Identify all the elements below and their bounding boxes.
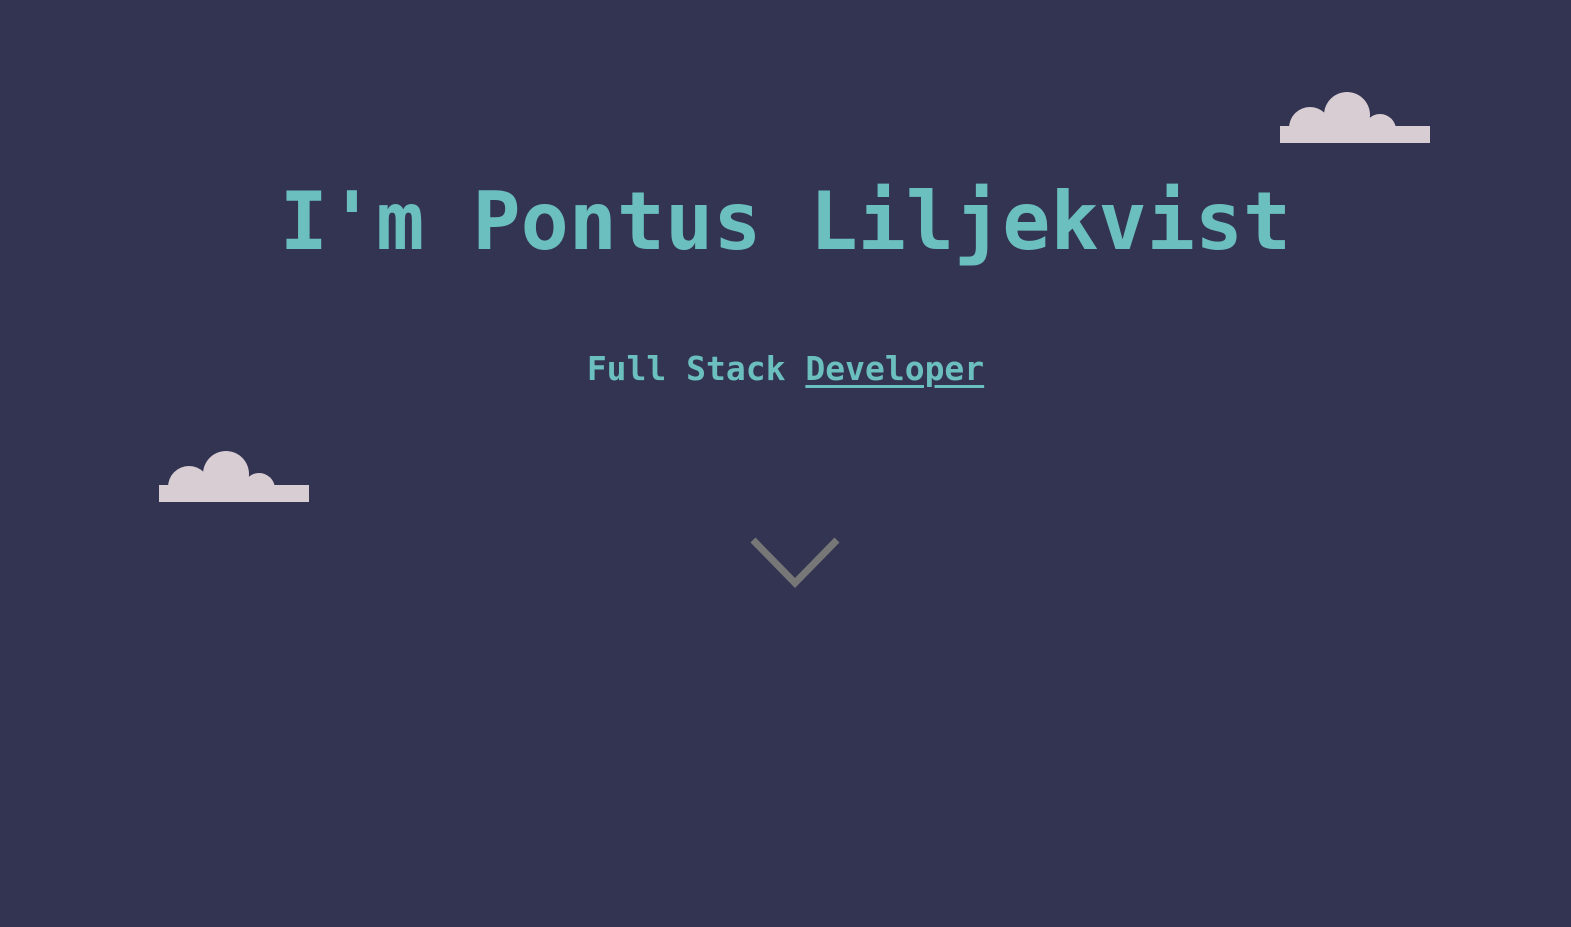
cloud-icon bbox=[1280, 88, 1430, 143]
hero-title: I'm Pontus Liljekvist bbox=[279, 175, 1292, 268]
cloud-icon bbox=[159, 447, 309, 502]
chevron-down-icon bbox=[750, 537, 840, 589]
developer-link[interactable]: Developer bbox=[805, 349, 984, 388]
subtitle-prefix: Full Stack bbox=[586, 349, 806, 388]
scroll-down-button[interactable] bbox=[745, 530, 845, 594]
hero-subtitle: Full Stack Developer bbox=[0, 347, 1571, 391]
